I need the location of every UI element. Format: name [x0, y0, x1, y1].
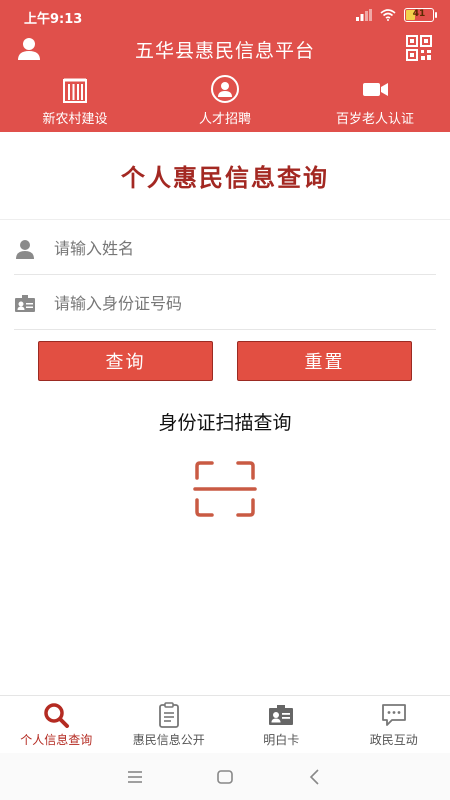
id-card-icon: [269, 705, 294, 725]
clipboard-icon: [158, 702, 179, 728]
tab-public-info[interactable]: 惠民信息公开: [113, 696, 226, 753]
video-camera-icon: [363, 83, 388, 96]
chat-icon: [381, 704, 406, 726]
qr-code-icon[interactable]: [406, 35, 432, 61]
tab-label: 明白卡: [263, 733, 300, 747]
id-card-icon: [15, 295, 35, 312]
tab-label: 惠民信息公开: [132, 733, 205, 747]
quick-nav-label: 人才招聘: [198, 112, 251, 127]
page-title: 个人惠民信息查询: [121, 164, 329, 192]
app-title: 五华县惠民信息平台: [134, 40, 315, 62]
bottom-tab-bar: 个人信息查询 惠民信息公开 明白卡 政民互动: [0, 695, 450, 753]
tab-label: 政民互动: [369, 733, 418, 747]
tab-personal-query[interactable]: 个人信息查询: [0, 696, 113, 753]
title-bar: 五华县惠民信息平台: [0, 32, 450, 66]
name-input[interactable]: [54, 231, 424, 265]
divider: [0, 219, 450, 220]
quick-nav-centenarian[interactable]: 百岁老人认证: [300, 70, 450, 132]
scan-label: 身份证扫描查询: [158, 412, 292, 434]
tab-info-card[interactable]: 明白卡: [225, 696, 338, 753]
quick-nav-talent[interactable]: 人才招聘: [150, 70, 300, 132]
status-time: 上午9:13: [24, 12, 83, 27]
menu-icon[interactable]: [125, 767, 145, 787]
battery-level: 41: [412, 9, 426, 19]
talent-icon: [211, 75, 239, 103]
divider: [14, 274, 436, 275]
home-icon[interactable]: [215, 767, 235, 787]
id-field-row: [0, 276, 450, 330]
status-indicators: 41: [356, 8, 437, 22]
person-icon: [16, 240, 34, 259]
quick-nav: 新农村建设 人才招聘 百岁老人认证: [0, 70, 450, 132]
quick-nav-label: 新农村建设: [42, 112, 108, 127]
quick-nav-label: 百岁老人认证: [335, 112, 414, 127]
tab-label: 个人信息查询: [20, 733, 93, 747]
status-bar: 上午9:13 41: [0, 0, 450, 32]
search-icon: [44, 703, 70, 728]
id-number-input[interactable]: [54, 286, 424, 320]
app-header: 上午9:13 41 五华县惠民信息平台 新农村建设 人才招聘 百岁老人认证: [0, 0, 450, 132]
building-icon: [63, 78, 87, 103]
query-button[interactable]: 查询: [38, 341, 213, 381]
scan-icon[interactable]: [193, 460, 257, 518]
signal-icon: [356, 9, 372, 21]
divider: [14, 329, 436, 330]
reset-button[interactable]: 重置: [237, 341, 412, 381]
wifi-icon: [380, 9, 396, 21]
name-field-row: [0, 221, 450, 275]
quick-nav-new-village[interactable]: 新农村建设: [0, 70, 150, 132]
system-nav-bar: [0, 753, 450, 800]
tab-interaction[interactable]: 政民互动: [338, 696, 450, 753]
battery-icon: 41: [404, 8, 437, 22]
back-icon[interactable]: [305, 767, 325, 787]
